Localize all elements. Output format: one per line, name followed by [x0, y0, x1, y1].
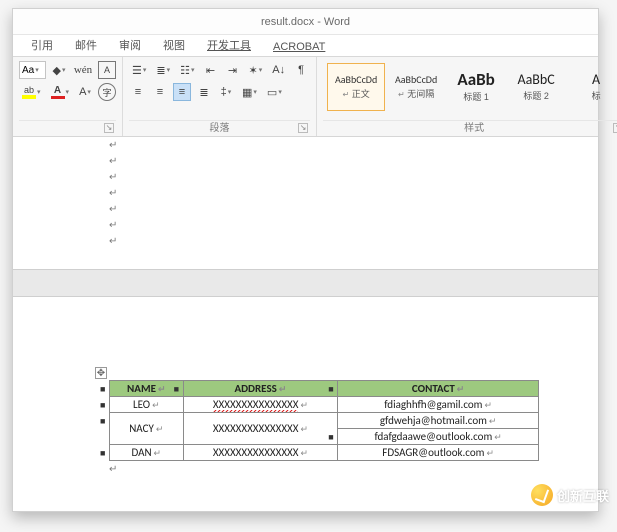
- cell-name[interactable]: ■DAN↵: [110, 445, 184, 461]
- tab-开发工具[interactable]: 开发工具: [207, 37, 251, 56]
- paragraph-mark: ↵: [109, 233, 598, 249]
- paragraph-mark: ↵: [109, 217, 598, 233]
- style-tile-无间隔[interactable]: AaBbCcDd↵ 无间隔: [387, 63, 445, 111]
- ribbon-group-paragraph: ☰▾ ≣▾ ☷▾ ⇤ ⇥ ✶▾ A↓ ¶ ≡ ≡ ≡ ≣ ‡▾ ▦▾ ▭▾: [123, 57, 317, 136]
- character-border-button[interactable]: A: [98, 61, 116, 79]
- tab-审阅[interactable]: 审阅: [119, 37, 141, 56]
- paragraph-group-label: 段落 ↘: [129, 120, 310, 136]
- borders-button[interactable]: ▭▾: [264, 83, 285, 101]
- table-header[interactable]: ■ADDRESS↵: [183, 381, 338, 397]
- tab-视图[interactable]: 视图: [163, 37, 185, 56]
- paragraph-mark: ↵: [109, 185, 598, 201]
- style-tile-标题 2[interactable]: AaBbC标题 2: [507, 63, 565, 111]
- align-right-button[interactable]: ≡: [173, 83, 191, 101]
- font-color-button[interactable]: A ▾: [48, 83, 73, 101]
- page-break: [13, 269, 598, 297]
- line-spacing-button[interactable]: ‡▾: [217, 83, 235, 101]
- font-name-label: Aa: [22, 65, 34, 76]
- cell-address[interactable]: XXXXXXXXXXXXXXX↵: [183, 397, 338, 413]
- table-row[interactable]: ■NACY↵XXXXXXXXXXXXXXX↵gfdwehja@hotmail.c…: [110, 413, 539, 429]
- ribbon: Aa▾ ◆▾ wén A ab ▾ A ▾: [13, 57, 598, 137]
- font-group-label: ↘: [19, 120, 116, 136]
- cell-contact[interactable]: FDSAGR@outlook.com↵: [338, 445, 539, 461]
- paragraph-mark: ↵: [109, 201, 598, 217]
- text-direction-button[interactable]: ✶▾: [246, 61, 266, 79]
- clear-formatting-button[interactable]: ◆▾: [50, 61, 68, 79]
- numbering-button[interactable]: ≣▾: [153, 61, 173, 79]
- enclose-characters-button[interactable]: 字: [98, 83, 116, 101]
- align-center-button[interactable]: ≡: [151, 83, 169, 101]
- highlight-color-button[interactable]: ab ▾: [19, 83, 44, 101]
- table-row[interactable]: ■LEO↵XXXXXXXXXXXXXXX↵fdiaghhfh@gamil.com…: [110, 397, 539, 413]
- cell-name[interactable]: ■NACY↵: [110, 413, 184, 445]
- data-table[interactable]: ■NAME↵■ADDRESS↵■CONTACT↵ ■LEO↵XXXXXXXXXX…: [109, 380, 539, 461]
- style-tile-标[interactable]: A标: [567, 63, 617, 111]
- tab-引用[interactable]: 引用: [31, 37, 53, 56]
- cell-contact[interactable]: ■fdafgdaawe@outlook.com↵: [338, 429, 539, 445]
- table-header[interactable]: ■CONTACT↵: [338, 381, 539, 397]
- align-justify-button[interactable]: ≣: [195, 83, 213, 101]
- window-title: result.docx - Word: [261, 16, 350, 28]
- tab-ACROBAT[interactable]: ACROBAT: [273, 41, 325, 56]
- table-header[interactable]: ■NAME↵: [110, 381, 184, 397]
- cell-address[interactable]: XXXXXXXXXXXXXXX↵: [183, 413, 338, 445]
- styles-group-label: 样式 ↘: [323, 120, 617, 136]
- style-tile-标题 1[interactable]: AaBb标题 1: [447, 63, 505, 111]
- sort-button[interactable]: A↓: [269, 61, 288, 79]
- cell-name[interactable]: ■LEO↵: [110, 397, 184, 413]
- character-shading-button[interactable]: A▾: [76, 83, 94, 101]
- cell-address[interactable]: XXXXXXXXXXXXXXX↵: [183, 445, 338, 461]
- show-marks-button[interactable]: ¶: [292, 61, 310, 79]
- table-row[interactable]: ■DAN↵XXXXXXXXXXXXXXX↵FDSAGR@outlook.com↵: [110, 445, 539, 461]
- cell-contact[interactable]: fdiaghhfh@gamil.com↵: [338, 397, 539, 413]
- word-window: result.docx - Word 引用 邮件 审阅 视图 开发工具 ACROBAT A…: [12, 8, 599, 512]
- paragraph-mark: ↵: [109, 461, 598, 477]
- tab-邮件[interactable]: 邮件: [75, 37, 97, 56]
- table-move-handle[interactable]: ✥: [95, 367, 107, 379]
- bullets-button[interactable]: ☰▾: [129, 61, 149, 79]
- style-tile-正文[interactable]: AaBbCcDd↵ 正文: [327, 63, 385, 111]
- increase-indent-button[interactable]: ⇥: [224, 61, 242, 79]
- titlebar: result.docx - Word: [13, 9, 598, 35]
- phonetic-guide-button[interactable]: wén: [72, 61, 94, 79]
- paragraph-mark: ↵: [109, 153, 598, 169]
- font-name-combo[interactable]: Aa▾: [19, 61, 46, 79]
- style-gallery: AaBbCcDd↵ 正文AaBbCcDd↵ 无间隔AaBb标题 1AaBbC标题…: [323, 61, 617, 113]
- ribbon-tabs: 引用 邮件 审阅 视图 开发工具 ACROBAT: [13, 35, 598, 57]
- multilevel-list-button[interactable]: ☷▾: [177, 61, 197, 79]
- document-area[interactable]: ↵↵↵↵↵↵↵ ✥ ■NAME↵■ADDRESS↵■CONTACT↵ ■LEO↵…: [13, 137, 598, 511]
- align-left-button[interactable]: ≡: [129, 83, 147, 101]
- paragraph-dialog-launcher[interactable]: ↘: [298, 123, 308, 133]
- shading-button[interactable]: ▦▾: [239, 83, 260, 101]
- ribbon-group-font: Aa▾ ◆▾ wén A ab ▾ A ▾: [13, 57, 123, 136]
- cell-contact[interactable]: gfdwehja@hotmail.com↵: [338, 413, 539, 429]
- font-dialog-launcher[interactable]: ↘: [104, 123, 114, 133]
- ribbon-group-styles: AaBbCcDd↵ 正文AaBbCcDd↵ 无间隔AaBb标题 1AaBbC标题…: [317, 57, 617, 136]
- decrease-indent-button[interactable]: ⇤: [202, 61, 220, 79]
- paragraph-mark: ↵: [109, 137, 598, 153]
- styles-dialog-launcher[interactable]: ↘: [613, 123, 617, 133]
- paragraph-mark: ↵: [109, 169, 598, 185]
